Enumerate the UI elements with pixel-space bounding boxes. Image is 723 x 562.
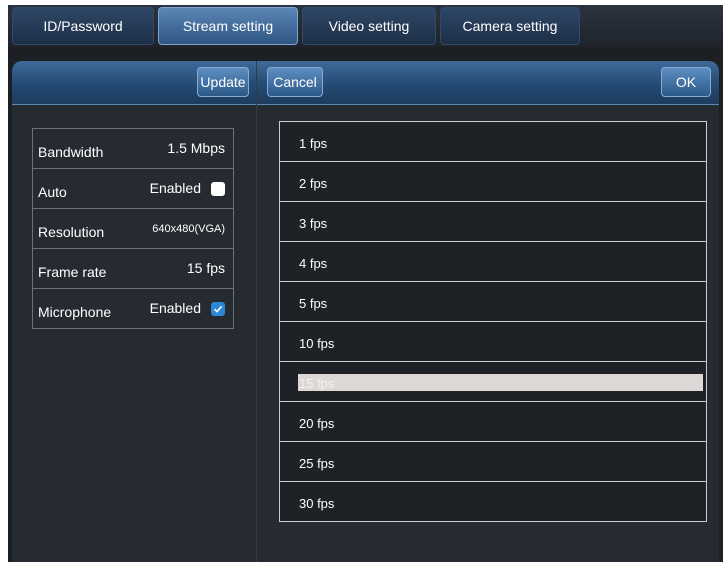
fps-option-label: 15 fps xyxy=(299,376,335,391)
auto-checkbox[interactable] xyxy=(211,182,225,196)
fps-option-label: 25 fps xyxy=(299,456,335,471)
setting-label: Bandwidth xyxy=(38,144,104,160)
settings-panel-header: Update xyxy=(12,61,256,105)
tab-stream-setting[interactable]: Stream setting xyxy=(158,7,298,45)
setting-row-auto: Auto Enabled xyxy=(33,169,233,209)
fps-option-label: 30 fps xyxy=(299,496,335,511)
app-window: ID/Password Stream setting Video setting… xyxy=(8,5,723,562)
selection-highlight xyxy=(298,374,703,391)
settings-list: Bandwidth 1.5 Mbps Auto Enabled Resoluti… xyxy=(32,128,234,329)
update-button-label: Update xyxy=(200,74,246,90)
fps-option-label: 5 fps xyxy=(299,296,328,311)
tab-video-setting[interactable]: Video setting xyxy=(302,7,436,45)
setting-value: 1.5 Mbps xyxy=(167,140,225,156)
fps-option[interactable]: 25 fps xyxy=(280,442,706,482)
fps-option[interactable]: 3 fps xyxy=(280,202,706,242)
microphone-checkbox[interactable] xyxy=(211,302,225,316)
setting-value: 15 fps xyxy=(186,260,225,276)
fps-option-label: 20 fps xyxy=(299,416,335,431)
fps-option[interactable]: 20 fps xyxy=(280,402,706,442)
tab-label: Video setting xyxy=(328,18,410,34)
frame-rate-panel-header: Cancel OK xyxy=(257,61,719,105)
fps-option[interactable]: 10 fps xyxy=(280,322,706,362)
fps-option-label: 2 fps xyxy=(299,176,328,191)
fps-option[interactable]: 5 fps xyxy=(280,282,706,322)
setting-row-bandwidth[interactable]: Bandwidth 1.5 Mbps xyxy=(33,129,233,169)
tab-label: Stream setting xyxy=(182,18,274,34)
fps-option-label: 1 fps xyxy=(299,136,328,151)
setting-label: Auto xyxy=(38,184,67,200)
fps-option-label: 3 fps xyxy=(299,216,328,231)
fps-option[interactable]: 1 fps xyxy=(280,122,706,162)
ok-button-label: OK xyxy=(675,74,697,90)
checkmark-icon xyxy=(213,305,223,313)
ok-button[interactable]: OK xyxy=(661,67,711,97)
setting-row-microphone: Microphone Enabled xyxy=(33,289,233,329)
fps-option[interactable]: 30 fps xyxy=(280,482,706,522)
setting-label: Microphone xyxy=(38,304,112,320)
tab-label: ID/Password xyxy=(43,18,123,34)
tab-id-password[interactable]: ID/Password xyxy=(12,7,154,45)
fps-option-label: 4 fps xyxy=(299,256,328,271)
setting-row-resolution[interactable]: Resolution 640x480(VGA) xyxy=(33,209,233,249)
tab-camera-setting[interactable]: Camera setting xyxy=(440,7,580,45)
fps-option[interactable]: 2 fps xyxy=(280,162,706,202)
tab-label: Camera setting xyxy=(462,18,558,34)
update-button[interactable]: Update xyxy=(197,67,249,97)
tab-bar: ID/Password Stream setting Video setting… xyxy=(8,5,723,47)
fps-list: 1 fps 2 fps 3 fps 4 fps 5 fps 10 fps 15 … xyxy=(279,121,707,522)
setting-value: Enabled xyxy=(149,300,201,316)
fps-option-label: 10 fps xyxy=(299,336,335,351)
cancel-button[interactable]: Cancel xyxy=(267,67,323,97)
setting-value: Enabled xyxy=(149,180,201,196)
cancel-button-label: Cancel xyxy=(273,74,317,90)
fps-option[interactable]: 4 fps xyxy=(280,242,706,282)
setting-value: 640x480(VGA) xyxy=(152,223,225,235)
setting-label: Resolution xyxy=(38,224,105,240)
setting-label: Frame rate xyxy=(38,264,107,280)
setting-row-frame-rate[interactable]: Frame rate 15 fps xyxy=(33,249,233,289)
fps-option-selected[interactable]: 15 fps xyxy=(280,362,706,402)
